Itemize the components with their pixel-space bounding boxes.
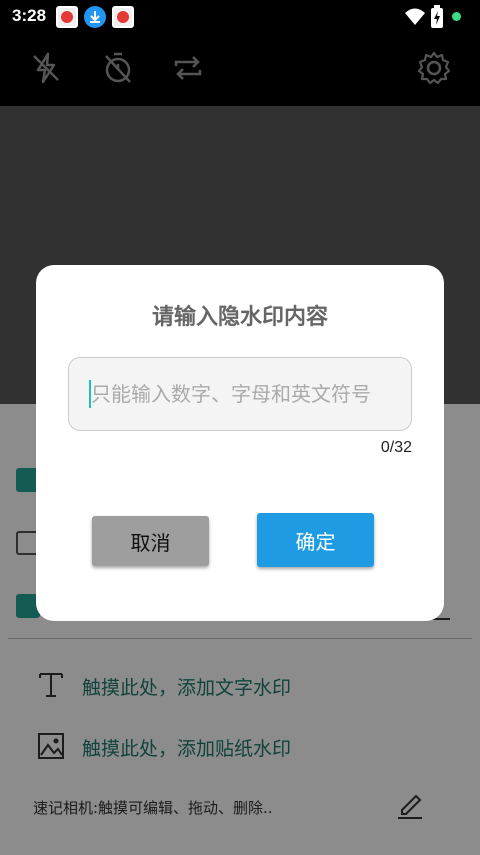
status-bar: 3:28 <box>0 0 480 34</box>
timer-off-icon[interactable] <box>98 48 138 88</box>
camera-toolbar <box>0 34 480 106</box>
wifi-icon <box>405 8 425 25</box>
status-time: 3:28 <box>12 6 47 25</box>
watermark-input-dialog: 请输入隐水印内容 0/32 取消 确定 <box>36 265 444 621</box>
dialog-title: 请输入隐水印内容 <box>151 305 328 330</box>
app-notification-icon <box>56 6 78 28</box>
char-counter: 0/32 <box>380 439 412 456</box>
cancel-button[interactable]: 取消 <box>92 516 209 566</box>
app-notification-icon <box>112 6 134 28</box>
green-dot-icon <box>452 12 461 21</box>
download-icon <box>84 6 106 28</box>
switch-camera-icon[interactable] <box>168 48 208 88</box>
watermark-input[interactable] <box>91 358 407 430</box>
confirm-button[interactable]: 确定 <box>257 513 374 567</box>
settings-gear-icon[interactable] <box>414 48 454 88</box>
flash-off-icon[interactable] <box>26 48 66 88</box>
battery-charging-icon <box>431 5 443 28</box>
input-container <box>68 357 412 431</box>
